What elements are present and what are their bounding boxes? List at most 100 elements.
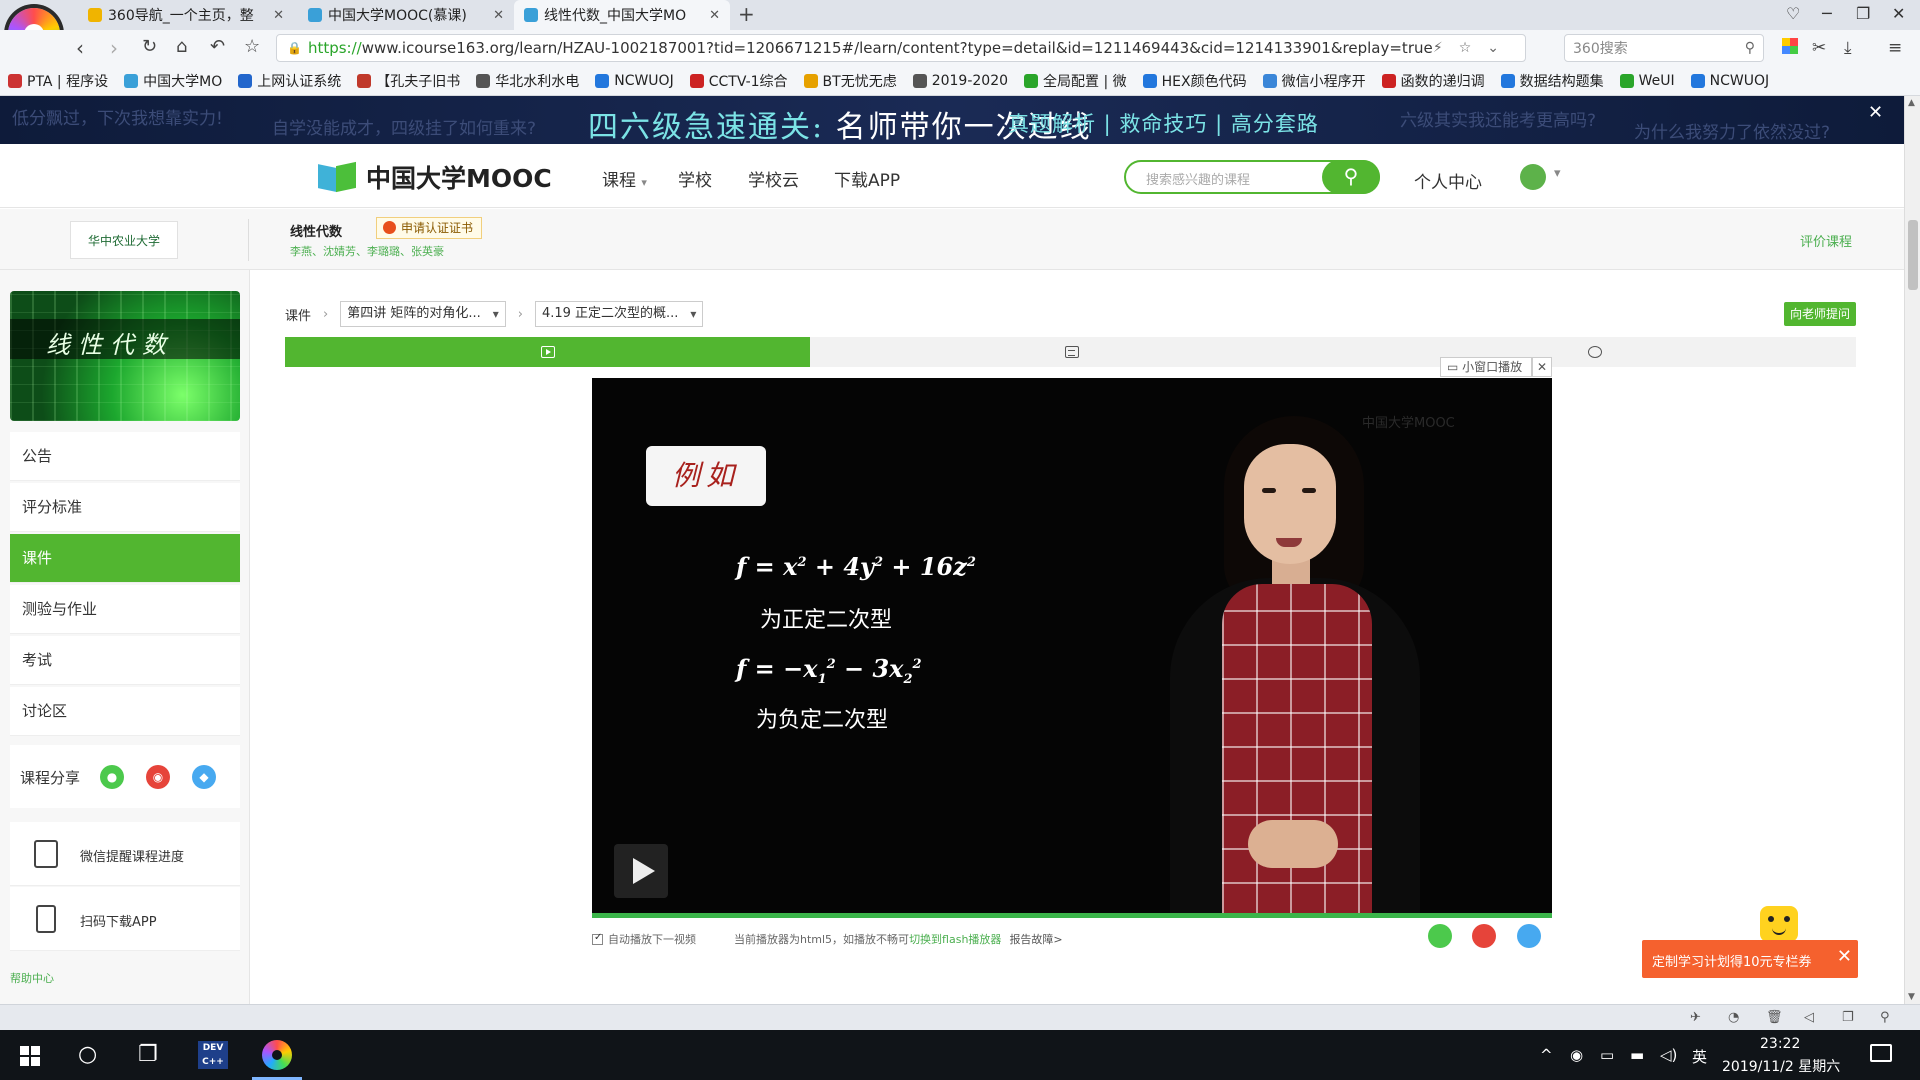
clock-date[interactable]: 2019/11/2 星期六 xyxy=(1722,1056,1840,1076)
teacher-list[interactable]: 李燕、沈婧芳、李璐璐、张英豪 xyxy=(290,243,444,259)
tab-discussion[interactable] xyxy=(1333,337,1856,367)
task-view-icon[interactable]: ❐ xyxy=(138,1042,158,1067)
sidebar-item-courseware[interactable]: 课件 xyxy=(10,534,240,583)
tab-close-icon[interactable]: ✕ xyxy=(493,8,504,23)
tray-expand-icon[interactable]: ^ xyxy=(1540,1046,1553,1064)
page-scrollbar[interactable]: ▲ ▼ xyxy=(1904,96,1920,1004)
tab-linear-algebra[interactable]: 线性代数_中国大学MO ✕ xyxy=(514,0,730,30)
bookmark-item[interactable]: NCWUOJ xyxy=(1690,73,1769,89)
wechat-icon[interactable] xyxy=(1428,924,1452,948)
ime-indicator[interactable]: 英 xyxy=(1692,1046,1707,1067)
notification-icon[interactable] xyxy=(1870,1044,1892,1062)
nav-download-app[interactable]: 下载APP xyxy=(834,166,900,191)
battery-icon[interactable]: ▬ xyxy=(1630,1046,1644,1064)
bookmark-item[interactable]: 全局配置 | 微 xyxy=(1024,71,1127,91)
rocket-icon[interactable]: ✈ xyxy=(1690,1010,1701,1025)
bookmark-item[interactable]: HEX颜色代码 xyxy=(1142,71,1247,91)
school-logo[interactable]: 华中农业大学 xyxy=(70,221,178,259)
weibo-icon[interactable]: ◉ xyxy=(146,765,170,789)
undo-close-icon[interactable]: ↶ xyxy=(210,36,225,57)
browser-search-input[interactable]: 360搜索 ⚲ xyxy=(1564,34,1764,62)
mini-window-close-button[interactable]: ✕ xyxy=(1532,357,1552,377)
mooc-logo[interactable]: 中国大学MOOC xyxy=(318,159,552,195)
bookmark-item[interactable]: 数据结构题集 xyxy=(1500,71,1604,91)
qq-icon[interactable]: ◆ xyxy=(192,765,216,789)
menu-icon[interactable]: ≡ xyxy=(1888,38,1902,58)
speed-icon[interactable]: ◔ xyxy=(1728,1010,1739,1025)
sidebar-item-exams[interactable]: 考试 xyxy=(10,636,240,685)
minimize-button[interactable]: ─ xyxy=(1822,4,1832,23)
tab-video[interactable] xyxy=(285,337,810,367)
bookmark-item[interactable]: NCWUOJ xyxy=(595,73,674,89)
help-center-link[interactable]: 帮助中心 xyxy=(10,970,54,986)
mini-window-play-button[interactable]: ▭ 小窗口播放 xyxy=(1440,357,1532,377)
scroll-down-icon[interactable]: ▼ xyxy=(1908,992,1915,1002)
study-plan-promo[interactable]: 定制学习计划得10元专栏券 ✕ xyxy=(1642,940,1858,978)
reload-icon[interactable]: ↻ xyxy=(142,36,157,57)
nav-schools[interactable]: 学校 xyxy=(678,166,712,191)
bookmark-item[interactable]: 华北水利水电 xyxy=(476,71,579,91)
wechat-icon[interactable]: ● xyxy=(100,765,124,789)
rate-course-link[interactable]: 评价课程 xyxy=(1800,231,1852,250)
nav-courses[interactable]: 课程 ▾ xyxy=(602,166,647,191)
clock-time[interactable]: 23:22 xyxy=(1760,1036,1800,1052)
tray-360-icon[interactable]: ◉ xyxy=(1570,1046,1583,1064)
ad-banner[interactable]: 低分飘过，下次我想靠实力! 自学没能成才，四级挂了如何重来? 六级其实我还能考更… xyxy=(0,96,1904,144)
back-icon[interactable]: ‹ xyxy=(76,36,84,60)
bookmark-item[interactable]: CCTV-1综合 xyxy=(689,71,788,91)
weibo-icon[interactable] xyxy=(1472,924,1496,948)
bookmark-item[interactable]: 中国大学MO xyxy=(124,71,222,91)
devcpp-icon[interactable]: DEV C++ xyxy=(198,1041,228,1069)
bookmark-window-icon[interactable]: ♡ xyxy=(1786,4,1800,23)
search-icon[interactable]: ⚲ xyxy=(1745,40,1755,56)
lesson-select[interactable]: 4.19 正定二次型的概... xyxy=(534,301,704,327)
sidebar-item-discussion[interactable]: 讨论区 xyxy=(10,687,240,736)
tab-close-icon[interactable]: ✕ xyxy=(273,8,284,23)
sidebar-item-grading[interactable]: 评分标准 xyxy=(10,483,240,532)
qq-icon[interactable] xyxy=(1517,924,1541,948)
speaker-icon[interactable]: ◁) xyxy=(1660,1046,1677,1064)
bookmark-item[interactable]: 【孔夫子旧书 xyxy=(357,71,460,91)
switch-flash-link[interactable]: 切换到flash播放器 xyxy=(909,933,1001,946)
windows-start-icon[interactable] xyxy=(20,1046,40,1066)
promo-close-button[interactable]: ✕ xyxy=(1837,946,1852,967)
window-icon[interactable]: ❐ xyxy=(1842,1010,1854,1025)
bookmark-item[interactable]: 微信小程序开 xyxy=(1262,71,1366,91)
address-tools-icon[interactable]: ⚡☆⌄ xyxy=(1433,40,1515,56)
tab-document[interactable] xyxy=(810,337,1333,367)
play-icon[interactable] xyxy=(614,844,668,898)
scissors-icon[interactable]: ✂ xyxy=(1812,38,1826,58)
network-icon[interactable]: ▭ xyxy=(1600,1046,1614,1064)
autoplay-checkbox[interactable] xyxy=(592,932,603,945)
ad-close-button[interactable]: ✕ xyxy=(1868,102,1883,123)
course-search-input[interactable]: 搜索感兴趣的课程 ⚲ xyxy=(1124,160,1380,194)
search-circle-icon[interactable]: ○ xyxy=(78,1042,97,1067)
volume-icon[interactable]: ◁ xyxy=(1804,1010,1814,1025)
close-window-button[interactable]: ✕ xyxy=(1892,4,1905,23)
report-issue-link[interactable]: 报告故障> xyxy=(1009,933,1062,946)
download-app-card[interactable]: 扫码下载APP xyxy=(10,887,240,951)
autoplay-toggle[interactable]: 自动播放下一视频 xyxy=(592,931,696,947)
restore-button[interactable]: ❐ xyxy=(1856,4,1870,23)
bookmark-item[interactable]: 上网认证系统 xyxy=(238,71,341,91)
browser-360-icon[interactable] xyxy=(262,1040,292,1070)
tab-close-icon[interactable]: ✕ xyxy=(709,8,720,23)
favorite-star-icon[interactable]: ☆ xyxy=(244,36,260,57)
sidebar-item-announcements[interactable]: 公告 xyxy=(10,432,240,481)
scrollbar-thumb[interactable] xyxy=(1908,220,1918,290)
sidebar-item-quizzes[interactable]: 测验与作业 xyxy=(10,585,240,634)
trash-icon[interactable]: 🗑 xyxy=(1766,1010,1783,1025)
personal-center-link[interactable]: 个人中心 xyxy=(1414,168,1482,193)
bookmark-item[interactable]: PTA | 程序设 xyxy=(8,71,108,91)
nav-school-cloud[interactable]: 学校云 xyxy=(748,166,799,191)
video-player[interactable]: 中国大学MOOC 例如 f = x2 + 4y2 + 16z2 为正定二次型 f… xyxy=(592,378,1552,918)
new-tab-button[interactable]: + xyxy=(738,2,755,26)
wechat-reminder-card[interactable]: 微信提醒课程进度 xyxy=(10,822,240,886)
download-icon[interactable]: ⤓ xyxy=(1844,38,1852,58)
bookmark-item[interactable]: 函数的递归调 xyxy=(1381,71,1485,91)
bookmark-item[interactable]: 2019-2020 xyxy=(912,73,1008,89)
ask-teacher-button[interactable]: 向老师提问 xyxy=(1784,302,1856,326)
address-bar[interactable]: 🔒 https:// www.icourse163.org/learn/HZAU… xyxy=(276,34,1526,62)
scroll-up-icon[interactable]: ▲ xyxy=(1908,98,1915,108)
tab-mooc-home[interactable]: 中国大学MOOC(慕课) ✕ xyxy=(298,0,514,30)
